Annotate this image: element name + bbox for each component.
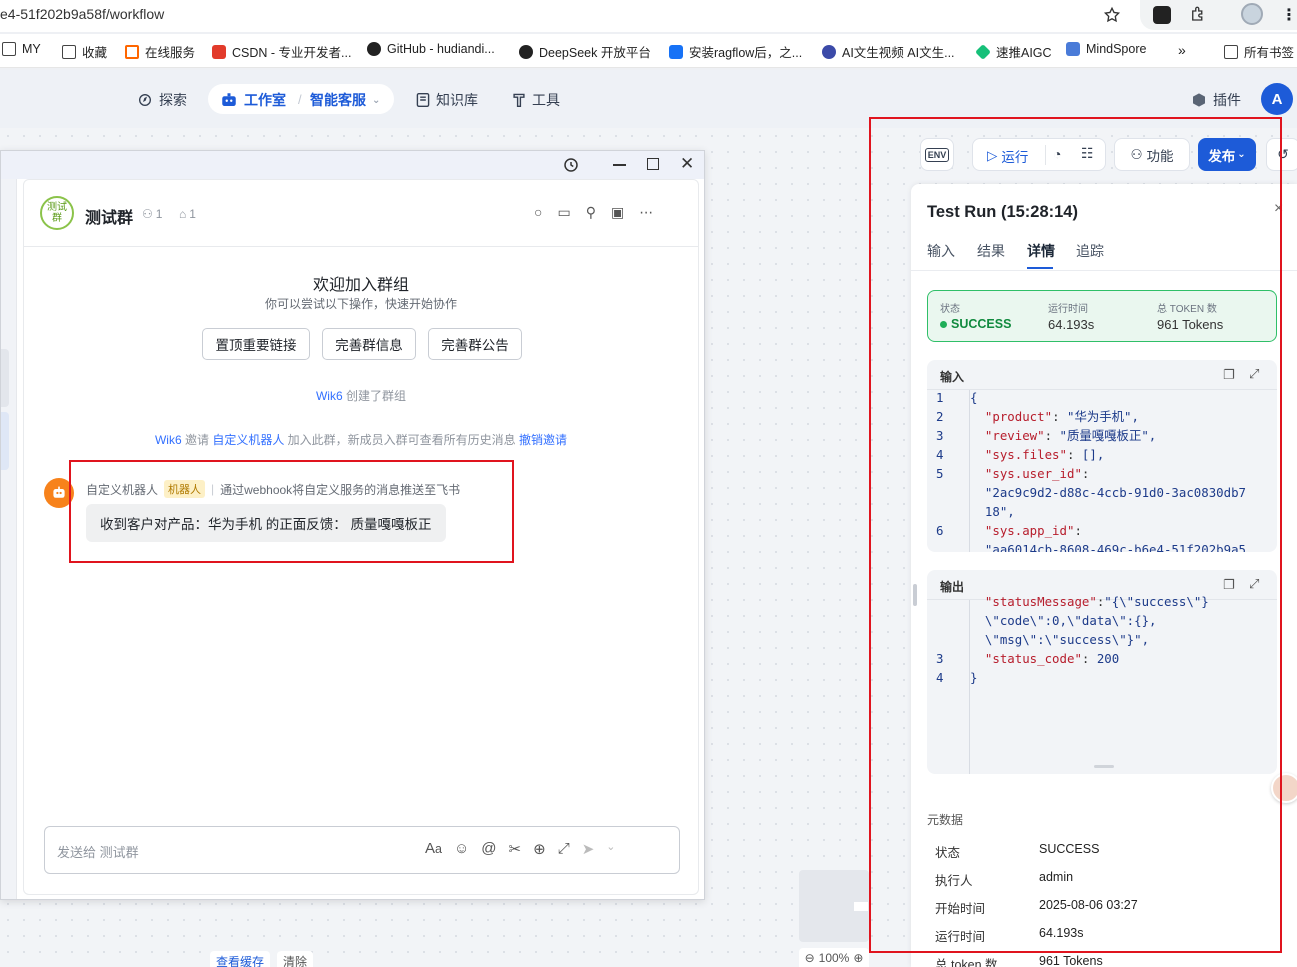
- expand-icon[interactable]: ⤢: [558, 840, 570, 858]
- bookmark-item[interactable]: 安装ragflow后，之...: [669, 42, 802, 61]
- bookmark-item[interactable]: MY: [2, 42, 41, 56]
- welcome-title: 欢迎加入群组: [312, 277, 409, 294]
- message-input[interactable]: 发送给 测试群 Aa ☺ @ ✂ ⊕ ⤢ ➤ ⌄: [44, 826, 680, 874]
- view-cache-button[interactable]: 查看缓存: [210, 951, 271, 967]
- minimap[interactable]: [799, 870, 869, 942]
- user-link[interactable]: Wik6: [155, 433, 182, 447]
- nav-tools[interactable]: 工具: [512, 90, 560, 110]
- bot-count[interactable]: ⌂ 1: [179, 207, 196, 221]
- bookmark-item[interactable]: MindSpore: [1066, 42, 1146, 56]
- app-selector[interactable]: 智能客服 ⌄: [310, 90, 380, 110]
- cube-icon: [1193, 93, 1205, 107]
- meta-label: 总 token 数: [935, 958, 998, 967]
- minimize-icon[interactable]: [613, 164, 626, 166]
- zoom-out-icon: ⊖: [804, 950, 815, 965]
- scissors-icon[interactable]: ✂: [509, 840, 522, 858]
- pin-link-button[interactable]: 置顶重要链接: [202, 328, 310, 360]
- input-placeholder: 发送给 测试群: [57, 845, 139, 860]
- nav-divider: /: [298, 92, 302, 107]
- bot-icon: ⌂: [179, 207, 187, 221]
- book-icon: [416, 93, 430, 107]
- emoji-icon[interactable]: ☺: [454, 840, 469, 858]
- bookmark-all[interactable]: 所有书签: [1224, 42, 1294, 61]
- add-member-icon[interactable]: ⚲: [586, 204, 596, 221]
- user-link[interactable]: Wik6: [316, 389, 343, 403]
- url-text[interactable]: e4-51f202b9a58f/workflow: [0, 6, 164, 22]
- tool-icon: [513, 93, 525, 107]
- bookmarks-bar: MY 收藏 在线服务 CSDN - 专业开发者... GitHub - hudi…: [0, 34, 1297, 68]
- explore-icon: [139, 94, 151, 106]
- bookmark-item[interactable]: 速推AIGC: [975, 42, 1052, 61]
- nav-plugins[interactable]: 插件: [1191, 90, 1241, 110]
- clear-button[interactable]: 清除: [277, 951, 314, 967]
- calendar-icon[interactable]: ▣: [611, 204, 624, 221]
- group-info-button[interactable]: 完善群信息: [322, 328, 416, 360]
- member-count[interactable]: ⚇ 1: [142, 207, 162, 221]
- browser-url-bar: e4-51f202b9a58f/workflow ⋮: [0, 0, 1297, 32]
- welcome-subtitle: 你可以尝试以下操作，快速开始协作: [264, 297, 457, 311]
- format-icon[interactable]: Aa: [425, 840, 442, 858]
- add-icon[interactable]: ⊕: [533, 840, 546, 858]
- feishu-sidebar-edge: [1, 179, 17, 899]
- meta-value: 961 Tokens: [1039, 954, 1103, 967]
- system-message-created: Wik6 创建了群组: [315, 389, 406, 403]
- maximize-icon[interactable]: [647, 158, 659, 170]
- input-tools: Aa ☺ @ ✂ ⊕ ⤢ ➤ ⌄: [425, 840, 616, 858]
- puzzle-icon[interactable]: [1189, 5, 1207, 23]
- highlight-box-panel: [869, 117, 1282, 953]
- video-icon[interactable]: ▭: [557, 204, 570, 221]
- bookmark-item[interactable]: 在线服务: [125, 42, 195, 61]
- bookmark-item[interactable]: DeepSeek 开放平台: [519, 42, 651, 61]
- star-icon[interactable]: [1103, 6, 1121, 24]
- bookmark-item[interactable]: 收藏: [62, 42, 107, 61]
- nav-studio[interactable]: 工作室: [220, 90, 286, 110]
- close-icon[interactable]: ✕: [680, 154, 694, 174]
- window-titlebar: ✕: [1, 151, 704, 179]
- zoom-control[interactable]: ⊖ 100% ⊕: [799, 948, 869, 967]
- chat-header-tools: ○ ▭ ⚲ ▣ ⋯: [534, 204, 653, 221]
- group-notice-button[interactable]: 完善群公告: [428, 328, 522, 360]
- header-divider: [24, 246, 698, 247]
- mention-icon[interactable]: @: [481, 840, 496, 858]
- extension-icon[interactable]: [1153, 6, 1171, 24]
- send-options-icon[interactable]: ⌄: [606, 840, 615, 858]
- group-avatar[interactable]: 测试群: [40, 196, 74, 230]
- more-options-icon[interactable]: ⋯: [639, 204, 653, 221]
- revoke-invite-link[interactable]: 撤销邀请: [519, 433, 567, 447]
- system-message-invite: Wik6 邀请 自定义机器人 加入此群，新成员入群可查看所有历史消息 撤销邀请: [154, 433, 568, 447]
- bookmark-item[interactable]: CSDN - 专业开发者...: [212, 42, 351, 61]
- more-icon[interactable]: ⋮: [1281, 5, 1297, 25]
- members-icon: ⚇: [142, 207, 153, 221]
- robot-icon: [222, 93, 236, 106]
- bot-link[interactable]: 自定义机器人: [212, 433, 284, 447]
- nav-knowledge[interactable]: 知识库: [416, 90, 478, 110]
- bookmark-item[interactable]: GitHub - hudiandi...: [367, 42, 495, 56]
- nav-explore[interactable]: 探索: [137, 90, 187, 110]
- search-chat-icon[interactable]: ○: [534, 204, 542, 221]
- user-avatar[interactable]: A: [1261, 83, 1293, 115]
- highlight-box-message: [69, 460, 514, 563]
- send-icon[interactable]: ➤: [582, 840, 595, 858]
- chevron-down-icon: ⌄: [372, 94, 381, 106]
- bookmarks-overflow[interactable]: »: [1178, 42, 1186, 58]
- bookmark-item[interactable]: AI文生视频 AI文生...: [822, 42, 955, 61]
- zoom-in-icon: ⊕: [853, 950, 864, 965]
- history-icon[interactable]: [562, 156, 580, 174]
- profile-avatar[interactable]: [1241, 3, 1263, 25]
- group-name[interactable]: 测试群: [85, 204, 133, 228]
